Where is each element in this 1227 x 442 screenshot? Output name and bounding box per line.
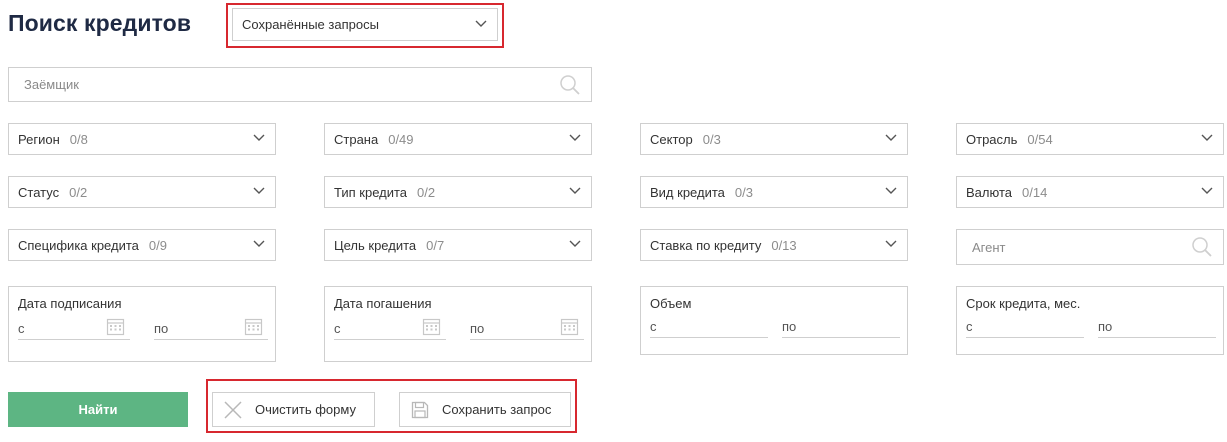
- calendar-icon[interactable]: [422, 317, 441, 336]
- chevron-down-icon: [569, 187, 581, 195]
- filter-count: 0/2: [69, 184, 88, 200]
- volume-from-input[interactable]: [650, 316, 768, 336]
- filter-label: Отрасль: [966, 131, 1018, 147]
- calendar-icon[interactable]: [106, 317, 125, 336]
- filter-label: Вид кредита: [650, 184, 725, 200]
- chevron-down-icon: [1201, 187, 1213, 195]
- range-title: Срок кредита, мес.: [966, 296, 1081, 311]
- date-to-field[interactable]: [154, 318, 268, 340]
- filter-label: Страна: [334, 131, 379, 147]
- filter-count: 0/14: [1022, 184, 1048, 200]
- filter-loan-kind[interactable]: Вид кредита 0/3: [640, 176, 908, 208]
- chevron-down-icon: [253, 240, 265, 248]
- filter-country[interactable]: Страна 0/49: [324, 123, 592, 155]
- search-icon[interactable]: [1191, 236, 1213, 258]
- filter-loan-specifics[interactable]: Специфика кредита 0/9: [8, 229, 276, 261]
- range-title: Дата погашения: [334, 296, 432, 311]
- term-from-field[interactable]: [966, 316, 1084, 338]
- agent-search[interactable]: [956, 229, 1224, 265]
- range-title: Объем: [650, 296, 692, 311]
- date-from-field[interactable]: [18, 318, 130, 340]
- filter-label: Регион: [18, 131, 60, 147]
- borrower-input[interactable]: [9, 68, 591, 101]
- filter-loan-type[interactable]: Тип кредита 0/2: [324, 176, 592, 208]
- save-query-label: Сохранить запрос: [442, 402, 552, 417]
- filter-count: 0/13: [771, 237, 797, 253]
- chevron-down-icon: [885, 187, 897, 195]
- saved-queries-label: Сохранённые запросы: [242, 17, 379, 32]
- filter-label: Ставка по кредиту: [650, 237, 762, 253]
- term-to-field[interactable]: [1098, 316, 1216, 338]
- term-to-input[interactable]: [1098, 316, 1216, 336]
- date-from-field[interactable]: [334, 318, 446, 340]
- chevron-down-icon: [253, 187, 265, 195]
- range-signing-date: Дата подписания: [8, 286, 276, 362]
- filter-count: 0/9: [148, 237, 167, 253]
- chevron-down-icon: [475, 20, 487, 28]
- calendar-icon[interactable]: [244, 317, 263, 336]
- filter-sector[interactable]: Сектор 0/3: [640, 123, 908, 155]
- filter-count: 0/49: [388, 131, 414, 147]
- filter-status[interactable]: Статус 0/2: [8, 176, 276, 208]
- date-to-field[interactable]: [470, 318, 584, 340]
- save-query-button[interactable]: Сохранить запрос: [399, 392, 571, 427]
- clear-form-button[interactable]: Очистить форму: [212, 392, 375, 427]
- range-loan-term: Срок кредита, мес.: [956, 286, 1224, 355]
- chevron-down-icon: [569, 134, 581, 142]
- page-title: Поиск кредитов: [8, 10, 192, 36]
- term-from-input[interactable]: [966, 316, 1084, 336]
- chevron-down-icon: [1201, 134, 1213, 142]
- filter-currency[interactable]: Валюта 0/14: [956, 176, 1224, 208]
- filter-count: 0/3: [702, 131, 721, 147]
- agent-input[interactable]: [957, 230, 1223, 264]
- search-icon[interactable]: [559, 74, 581, 96]
- chevron-down-icon: [253, 134, 265, 142]
- calendar-icon[interactable]: [560, 317, 579, 336]
- filter-label: Тип кредита: [334, 184, 408, 200]
- filter-count: 0/8: [69, 131, 88, 147]
- clear-form-label: Очистить форму: [255, 402, 356, 417]
- range-title: Дата подписания: [18, 296, 122, 311]
- filter-count: 0/7: [426, 237, 445, 253]
- chevron-down-icon: [885, 134, 897, 142]
- volume-from-field[interactable]: [650, 316, 768, 338]
- range-volume: Объем: [640, 286, 908, 355]
- close-icon: [223, 400, 243, 420]
- range-maturity-date: Дата погашения: [324, 286, 592, 362]
- find-button[interactable]: Найти: [8, 392, 188, 427]
- filter-label: Специфика кредита: [18, 237, 139, 253]
- filter-count: 0/3: [734, 184, 753, 200]
- volume-to-field[interactable]: [782, 316, 900, 338]
- volume-to-input[interactable]: [782, 316, 900, 336]
- filter-label: Цель кредита: [334, 237, 417, 253]
- filter-loan-purpose[interactable]: Цель кредита 0/7: [324, 229, 592, 261]
- filter-label: Статус: [18, 184, 60, 200]
- filter-loan-rate[interactable]: Ставка по кредиту 0/13: [640, 229, 908, 261]
- filter-industry[interactable]: Отрасль 0/54: [956, 123, 1224, 155]
- chevron-down-icon: [885, 240, 897, 248]
- saved-queries-dropdown[interactable]: Сохранённые запросы: [232, 8, 498, 41]
- chevron-down-icon: [569, 240, 581, 248]
- filter-count: 0/2: [417, 184, 436, 200]
- borrower-search[interactable]: [8, 67, 592, 102]
- filter-label: Валюта: [966, 184, 1012, 200]
- floppy-disk-icon: [410, 400, 430, 420]
- filter-region[interactable]: Регион 0/8: [8, 123, 276, 155]
- filter-label: Сектор: [650, 131, 693, 147]
- filter-count: 0/54: [1027, 131, 1053, 147]
